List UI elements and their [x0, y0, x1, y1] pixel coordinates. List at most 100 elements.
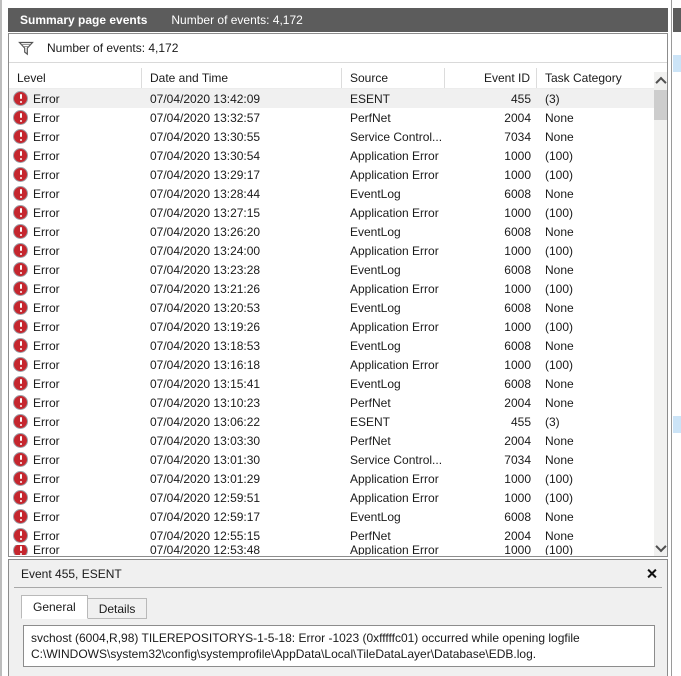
source-cell: Service Control...	[350, 452, 443, 467]
level-label: Error	[33, 281, 60, 296]
date-time-cell: 07/04/2020 13:18:53	[150, 338, 261, 353]
table-row[interactable]: Error 07/04/2020 13:15:41 EventLog 6008 …	[9, 374, 654, 393]
column-header-level[interactable]: Level	[9, 68, 142, 88]
date-time-cell: 07/04/2020 13:27:15	[150, 205, 261, 220]
table-row[interactable]: Error 07/04/2020 13:24:00 Application Er…	[9, 241, 654, 260]
level-label: Error	[33, 433, 60, 448]
vertical-scrollbar[interactable]	[654, 72, 667, 556]
source-cell: Application Error	[350, 319, 439, 334]
scroll-up-button[interactable]	[654, 72, 667, 89]
actions-pane-item-fragment[interactable]	[673, 55, 681, 72]
source-cell: Application Error	[350, 490, 439, 505]
scroll-down-button[interactable]	[654, 539, 667, 556]
task-category-cell: None	[545, 110, 574, 125]
actions-pane-item-fragment[interactable]	[673, 416, 681, 433]
task-category-cell: (100)	[545, 490, 574, 505]
event-id-cell: 6008	[504, 224, 531, 239]
source-cell: ESENT	[350, 91, 391, 106]
source-cell: EventLog	[350, 224, 401, 239]
level-cell: Error	[9, 167, 142, 182]
level-cell: Error	[9, 395, 142, 410]
table-header-row: Level Date and Time Source Event ID Task…	[9, 68, 654, 89]
level-label: Error	[33, 471, 60, 486]
error-level-icon	[13, 205, 28, 220]
task-category-cell: (3)	[545, 414, 560, 429]
date-time-cell: 07/04/2020 12:59:17	[150, 509, 261, 524]
error-level-icon	[13, 224, 28, 239]
table-row[interactable]: Error 07/04/2020 13:23:28 EventLog 6008 …	[9, 260, 654, 279]
event-id-cell: 1000	[504, 281, 531, 296]
event-description-box[interactable]: svchost (6004,R,98) TILEREPOSITORYS-1-5-…	[23, 625, 655, 667]
event-id-cell: 2004	[504, 528, 531, 543]
close-x-icon[interactable]	[646, 568, 657, 579]
event-description-text: svchost (6004,R,98) TILEREPOSITORYS-1-5-…	[31, 631, 580, 661]
table-row[interactable]: Error 07/04/2020 13:26:20 EventLog 6008 …	[9, 222, 654, 241]
table-row[interactable]: Error 07/04/2020 13:20:53 EventLog 6008 …	[9, 298, 654, 317]
table-row[interactable]: Error 07/04/2020 13:21:26 Application Er…	[9, 279, 654, 298]
error-level-icon	[13, 281, 28, 296]
date-time-cell: 07/04/2020 13:24:00	[150, 243, 261, 258]
table-row[interactable]: Error 07/04/2020 13:29:17 Application Er…	[9, 165, 654, 184]
table-row[interactable]: Error 07/04/2020 13:42:09 ESENT 455 (3)	[9, 89, 654, 108]
table-row[interactable]: Error 07/04/2020 13:10:23 PerfNet 2004 N…	[9, 393, 654, 412]
level-label: Error	[33, 205, 60, 220]
event-id-cell: 1000	[504, 490, 531, 505]
event-id-cell: 6008	[504, 300, 531, 315]
table-row[interactable]: Error 07/04/2020 13:28:44 EventLog 6008 …	[9, 184, 654, 203]
level-label: Error	[33, 414, 60, 429]
column-header-event-id[interactable]: Event ID	[445, 68, 537, 88]
date-time-cell: 07/04/2020 12:59:51	[150, 490, 261, 505]
column-header-source[interactable]: Source	[342, 68, 445, 88]
level-cell: Error	[9, 110, 142, 125]
level-label: Error	[33, 395, 60, 410]
table-row[interactable]: Error 07/04/2020 13:30:54 Application Er…	[9, 146, 654, 165]
table-row[interactable]: Error 07/04/2020 13:06:22 ESENT 455 (3)	[9, 412, 654, 431]
source-cell: EventLog	[350, 262, 401, 277]
error-level-icon	[13, 243, 28, 258]
tab-general[interactable]: General	[21, 595, 88, 619]
column-header-date-time[interactable]: Date and Time	[142, 68, 342, 88]
event-id-cell: 455	[510, 91, 531, 106]
table-row[interactable]: Error 07/04/2020 13:30:55 Service Contro…	[9, 127, 654, 146]
table-row[interactable]: Error 07/04/2020 12:55:15 PerfNet 2004 N…	[9, 526, 654, 545]
table-row[interactable]: Error 07/04/2020 12:59:51 Application Er…	[9, 488, 654, 507]
table-row[interactable]: Error 07/04/2020 13:18:53 EventLog 6008 …	[9, 336, 654, 355]
table-row[interactable]: Error 07/04/2020 12:53:48 Application Er…	[9, 545, 654, 555]
level-cell: Error	[9, 129, 142, 144]
level-cell: Error	[9, 357, 142, 372]
level-label: Error	[33, 357, 60, 372]
task-category-cell: None	[545, 338, 574, 353]
event-id-cell: 6008	[504, 338, 531, 353]
level-cell: Error	[9, 300, 142, 315]
table-row[interactable]: Error 07/04/2020 13:19:26 Application Er…	[9, 317, 654, 336]
date-time-cell: 07/04/2020 13:42:09	[150, 91, 261, 106]
error-level-icon	[13, 528, 28, 543]
task-category-cell: None	[545, 186, 574, 201]
level-cell: Error	[9, 262, 142, 277]
task-category-cell: None	[545, 224, 574, 239]
pane-title-event-count: Number of events: 4,172	[171, 13, 303, 27]
tab-details[interactable]: Details	[87, 598, 148, 619]
column-header-task-category[interactable]: Task Category	[537, 68, 654, 88]
table-row[interactable]: Error 07/04/2020 13:16:18 Application Er…	[9, 355, 654, 374]
level-cell: Error	[9, 471, 142, 486]
table-row[interactable]: Error 07/04/2020 13:01:30 Service Contro…	[9, 450, 654, 469]
table-row[interactable]: Error 07/04/2020 13:01:29 Application Er…	[9, 469, 654, 488]
table-row[interactable]: Error 07/04/2020 13:27:15 Application Er…	[9, 203, 654, 222]
source-cell: Application Error	[350, 471, 439, 486]
table-row[interactable]: Error 07/04/2020 12:59:17 EventLog 6008 …	[9, 507, 654, 526]
error-level-icon	[13, 319, 28, 334]
date-time-cell: 07/04/2020 13:23:28	[150, 262, 261, 277]
scrollbar-thumb[interactable]	[654, 90, 667, 120]
event-id-cell: 6008	[504, 376, 531, 391]
task-category-cell: None	[545, 262, 574, 277]
table-row[interactable]: Error 07/04/2020 13:32:57 PerfNet 2004 N…	[9, 108, 654, 127]
table-row[interactable]: Error 07/04/2020 13:03:30 PerfNet 2004 N…	[9, 431, 654, 450]
source-cell: Application Error	[350, 357, 439, 372]
level-label: Error	[33, 545, 60, 555]
event-id-cell: 1000	[504, 205, 531, 220]
level-cell: Error	[9, 148, 142, 163]
error-level-icon	[13, 490, 28, 505]
source-cell: EventLog	[350, 186, 401, 201]
level-cell: Error	[9, 433, 142, 448]
